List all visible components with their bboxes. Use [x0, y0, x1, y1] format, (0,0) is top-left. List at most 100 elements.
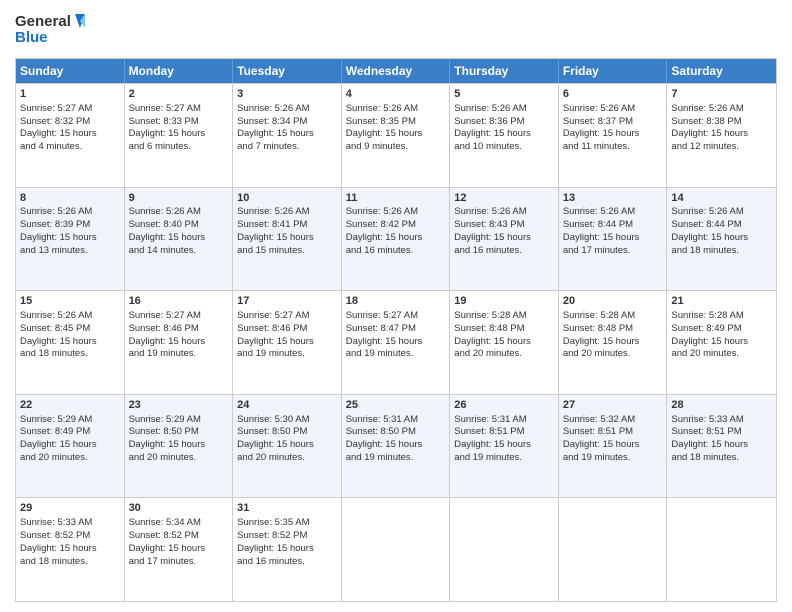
day-info-line: Sunrise: 5:32 AM: [563, 414, 663, 427]
day-info-line: Sunset: 8:35 PM: [346, 116, 446, 129]
day-info-line: and 11 minutes.: [563, 141, 663, 154]
day-info-line: Sunset: 8:48 PM: [563, 323, 663, 336]
day-cell-1: 1Sunrise: 5:27 AMSunset: 8:32 PMDaylight…: [16, 84, 125, 187]
day-info-line: and 13 minutes.: [20, 245, 120, 258]
day-info-line: Daylight: 15 hours: [237, 232, 337, 245]
day-info-line: Daylight: 15 hours: [129, 336, 229, 349]
day-info-line: Daylight: 15 hours: [20, 439, 120, 452]
day-cell-14: 14Sunrise: 5:26 AMSunset: 8:44 PMDayligh…: [667, 188, 776, 291]
day-cell-19: 19Sunrise: 5:28 AMSunset: 8:48 PMDayligh…: [450, 291, 559, 394]
day-info-line: Daylight: 15 hours: [20, 336, 120, 349]
day-cell-22: 22Sunrise: 5:29 AMSunset: 8:49 PMDayligh…: [16, 395, 125, 498]
day-cell-2: 2Sunrise: 5:27 AMSunset: 8:33 PMDaylight…: [125, 84, 234, 187]
day-info-line: and 19 minutes.: [346, 452, 446, 465]
day-number: 29: [20, 501, 120, 516]
day-info-line: Sunrise: 5:26 AM: [237, 103, 337, 116]
svg-text:Blue: Blue: [15, 29, 48, 46]
day-info-line: Daylight: 15 hours: [563, 439, 663, 452]
day-info-line: Daylight: 15 hours: [671, 232, 772, 245]
day-info-line: and 17 minutes.: [129, 556, 229, 569]
day-info-line: Sunset: 8:40 PM: [129, 219, 229, 232]
day-info-line: and 19 minutes.: [346, 348, 446, 361]
day-info-line: Sunrise: 5:27 AM: [20, 103, 120, 116]
day-info-line: Daylight: 15 hours: [237, 439, 337, 452]
day-info-line: Sunset: 8:51 PM: [671, 426, 772, 439]
day-info-line: Sunset: 8:52 PM: [129, 530, 229, 543]
day-info-line: Sunset: 8:34 PM: [237, 116, 337, 129]
day-info-line: Daylight: 15 hours: [454, 439, 554, 452]
day-number: 19: [454, 294, 554, 309]
day-cell-3: 3Sunrise: 5:26 AMSunset: 8:34 PMDaylight…: [233, 84, 342, 187]
day-info-line: Sunrise: 5:28 AM: [671, 310, 772, 323]
day-info-line: Sunset: 8:43 PM: [454, 219, 554, 232]
header-day-friday: Friday: [559, 59, 668, 83]
day-info-line: and 20 minutes.: [563, 348, 663, 361]
day-info-line: Sunrise: 5:35 AM: [237, 517, 337, 530]
day-info-line: Sunrise: 5:29 AM: [129, 414, 229, 427]
day-info-line: Sunrise: 5:27 AM: [129, 310, 229, 323]
day-info-line: and 10 minutes.: [454, 141, 554, 154]
day-info-line: Daylight: 15 hours: [671, 336, 772, 349]
day-info-line: Sunrise: 5:26 AM: [20, 206, 120, 219]
day-info-line: Sunrise: 5:27 AM: [129, 103, 229, 116]
day-number: 25: [346, 398, 446, 413]
day-cell-27: 27Sunrise: 5:32 AMSunset: 8:51 PMDayligh…: [559, 395, 668, 498]
day-number: 30: [129, 501, 229, 516]
day-info-line: Daylight: 15 hours: [129, 232, 229, 245]
day-info-line: and 16 minutes.: [346, 245, 446, 258]
day-info-line: Sunset: 8:39 PM: [20, 219, 120, 232]
day-info-line: Sunrise: 5:26 AM: [671, 103, 772, 116]
day-info-line: and 18 minutes.: [671, 452, 772, 465]
day-info-line: Sunset: 8:52 PM: [237, 530, 337, 543]
day-info-line: and 12 minutes.: [671, 141, 772, 154]
day-cell-18: 18Sunrise: 5:27 AMSunset: 8:47 PMDayligh…: [342, 291, 451, 394]
day-info-line: Daylight: 15 hours: [237, 336, 337, 349]
day-number: 16: [129, 294, 229, 309]
day-number: 27: [563, 398, 663, 413]
day-number: 14: [671, 191, 772, 206]
day-info-line: Sunrise: 5:26 AM: [563, 206, 663, 219]
day-info-line: Sunrise: 5:33 AM: [671, 414, 772, 427]
day-number: 3: [237, 87, 337, 102]
day-info-line: Sunset: 8:50 PM: [346, 426, 446, 439]
empty-cell: [342, 498, 451, 601]
day-info-line: Sunset: 8:38 PM: [671, 116, 772, 129]
day-info-line: Sunset: 8:52 PM: [20, 530, 120, 543]
day-info-line: and 14 minutes.: [129, 245, 229, 258]
day-info-line: Sunset: 8:42 PM: [346, 219, 446, 232]
day-info-line: Sunrise: 5:26 AM: [671, 206, 772, 219]
day-info-line: and 20 minutes.: [20, 452, 120, 465]
day-info-line: Daylight: 15 hours: [563, 336, 663, 349]
week-row-4: 22Sunrise: 5:29 AMSunset: 8:49 PMDayligh…: [16, 394, 776, 498]
day-cell-23: 23Sunrise: 5:29 AMSunset: 8:50 PMDayligh…: [125, 395, 234, 498]
calendar-header: SundayMondayTuesdayWednesdayThursdayFrid…: [16, 59, 776, 83]
day-info-line: Sunset: 8:46 PM: [129, 323, 229, 336]
day-info-line: Sunrise: 5:26 AM: [237, 206, 337, 219]
day-info-line: Daylight: 15 hours: [346, 128, 446, 141]
day-info-line: Sunset: 8:41 PM: [237, 219, 337, 232]
day-number: 7: [671, 87, 772, 102]
day-info-line: Sunrise: 5:26 AM: [346, 103, 446, 116]
day-info-line: Sunrise: 5:29 AM: [20, 414, 120, 427]
day-info-line: Daylight: 15 hours: [346, 336, 446, 349]
day-cell-13: 13Sunrise: 5:26 AMSunset: 8:44 PMDayligh…: [559, 188, 668, 291]
calendar-body: 1Sunrise: 5:27 AMSunset: 8:32 PMDaylight…: [16, 83, 776, 601]
header-day-saturday: Saturday: [667, 59, 776, 83]
day-info-line: Sunset: 8:46 PM: [237, 323, 337, 336]
week-row-3: 15Sunrise: 5:26 AMSunset: 8:45 PMDayligh…: [16, 290, 776, 394]
day-info-line: and 20 minutes.: [129, 452, 229, 465]
day-cell-29: 29Sunrise: 5:33 AMSunset: 8:52 PMDayligh…: [16, 498, 125, 601]
day-info-line: Sunset: 8:33 PM: [129, 116, 229, 129]
day-number: 28: [671, 398, 772, 413]
day-cell-31: 31Sunrise: 5:35 AMSunset: 8:52 PMDayligh…: [233, 498, 342, 601]
day-info-line: Sunset: 8:51 PM: [454, 426, 554, 439]
calendar: SundayMondayTuesdayWednesdayThursdayFrid…: [15, 58, 777, 602]
day-info-line: Sunrise: 5:28 AM: [454, 310, 554, 323]
day-number: 23: [129, 398, 229, 413]
day-info-line: and 6 minutes.: [129, 141, 229, 154]
day-number: 12: [454, 191, 554, 206]
day-number: 10: [237, 191, 337, 206]
week-row-2: 8Sunrise: 5:26 AMSunset: 8:39 PMDaylight…: [16, 187, 776, 291]
day-cell-17: 17Sunrise: 5:27 AMSunset: 8:46 PMDayligh…: [233, 291, 342, 394]
day-info-line: Sunrise: 5:34 AM: [129, 517, 229, 530]
